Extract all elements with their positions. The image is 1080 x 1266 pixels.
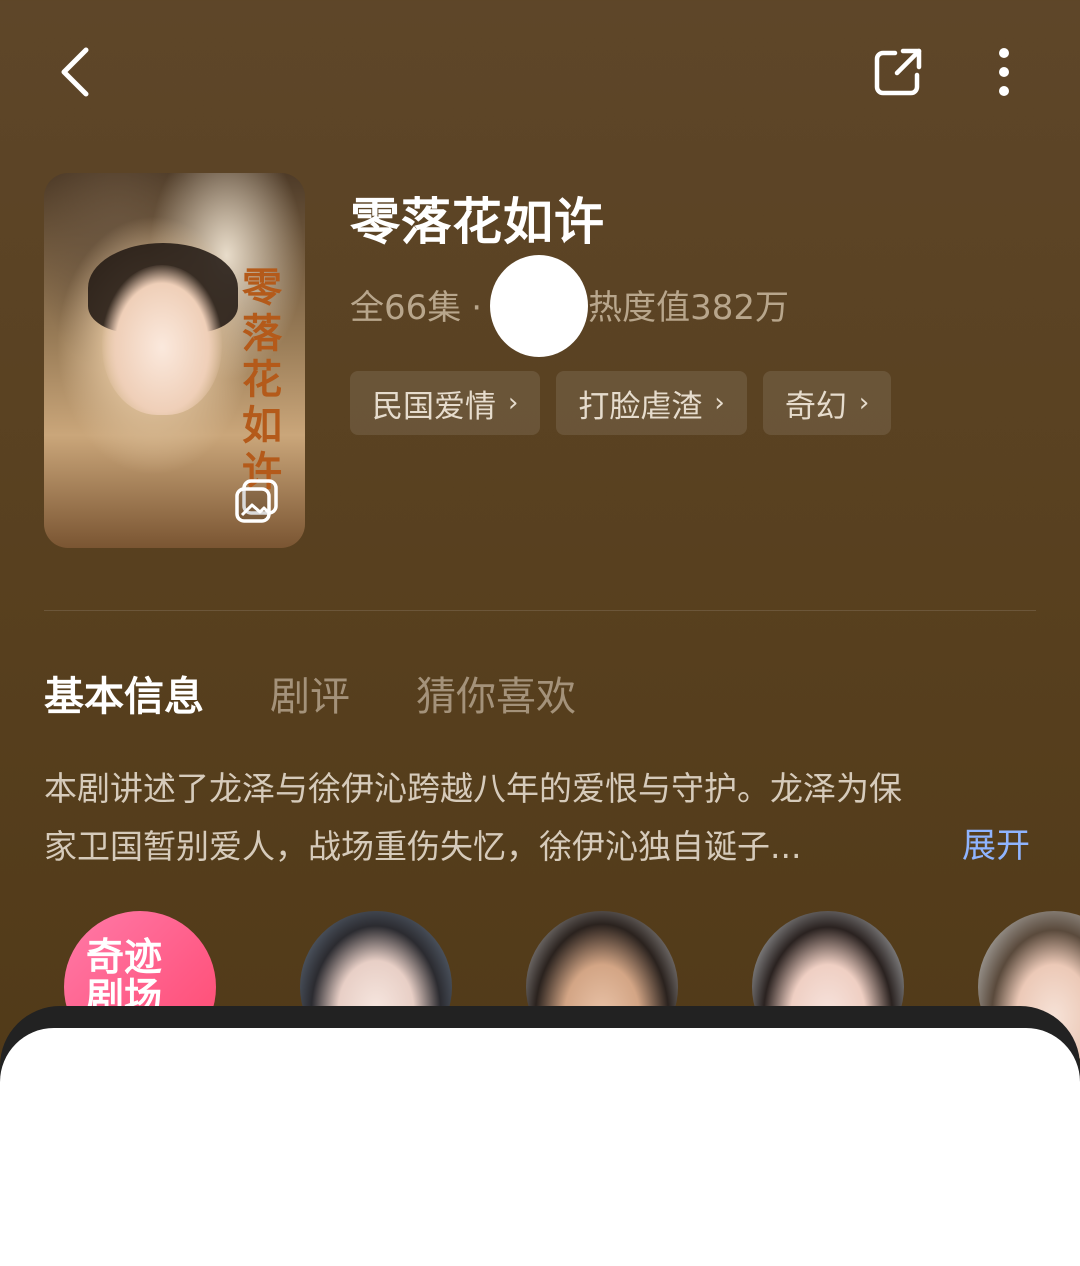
tag-label: 打脸虐渣 xyxy=(578,388,703,425)
redaction-mark xyxy=(490,255,588,357)
poster-title-art: 零落花如许 xyxy=(242,264,282,495)
share-button[interactable] xyxy=(864,38,932,106)
chevron-right-icon: › xyxy=(508,388,519,418)
studio-logo: 奇迹 剧场 xyxy=(86,935,163,1019)
section-divider xyxy=(44,610,1036,611)
tab-recommendations[interactable]: 猜你喜欢 xyxy=(416,664,576,722)
tag-chip[interactable]: 奇幻 › xyxy=(762,371,892,435)
top-bar xyxy=(0,0,1080,140)
episode-count: 全66集 xyxy=(350,288,462,328)
tag-label: 民国爱情 xyxy=(372,388,496,425)
heat-value: 热度值382万 xyxy=(588,288,789,328)
tag-chip[interactable]: 打脸虐渣 › xyxy=(556,371,747,435)
gallery-icon[interactable] xyxy=(234,479,280,525)
tag-chip[interactable]: 民国爱情 › xyxy=(350,371,541,435)
cast-row: 奇迹 剧场 xyxy=(0,908,1080,1063)
genre-tags: 民国爱情 › 打脸虐渣 › 奇幻 › xyxy=(350,371,892,435)
expand-button[interactable]: 展开 xyxy=(962,818,1030,867)
show-poster[interactable]: 零落花如许 xyxy=(44,173,305,548)
poster-figure-face xyxy=(102,265,222,415)
tab-reviews[interactable]: 剧评 xyxy=(270,664,350,722)
back-button[interactable] xyxy=(44,36,108,108)
show-title: 零落花如许 xyxy=(350,193,605,251)
chevron-right-icon: › xyxy=(858,388,870,418)
more-button[interactable] xyxy=(976,38,1032,106)
meta-separator: · xyxy=(471,288,483,328)
chevron-right-icon: › xyxy=(714,388,725,418)
tag-label: 奇幻 xyxy=(784,388,847,425)
share-icon xyxy=(874,48,922,96)
tab-basic-info[interactable]: 基本信息 xyxy=(44,664,204,722)
synopsis-line: 家卫国暂别爱人，战场重伤失忆，徐伊沁独自诞子... xyxy=(44,827,802,866)
chevron-left-icon xyxy=(61,47,89,97)
more-vertical-icon xyxy=(999,48,1009,96)
synopsis: 本剧讲述了龙泽与徐伊沁跨越八年的爱恨与守护。龙泽为保 家卫国暂别爱人，战场重伤失… xyxy=(44,760,1036,876)
detail-tabs: 基本信息 剧评 猜你喜欢 xyxy=(44,664,576,722)
bottom-sheet xyxy=(0,1028,1080,1266)
synopsis-line: 本剧讲述了龙泽与徐伊沁跨越八年的爱恨与守护。龙泽为保 xyxy=(44,769,902,808)
